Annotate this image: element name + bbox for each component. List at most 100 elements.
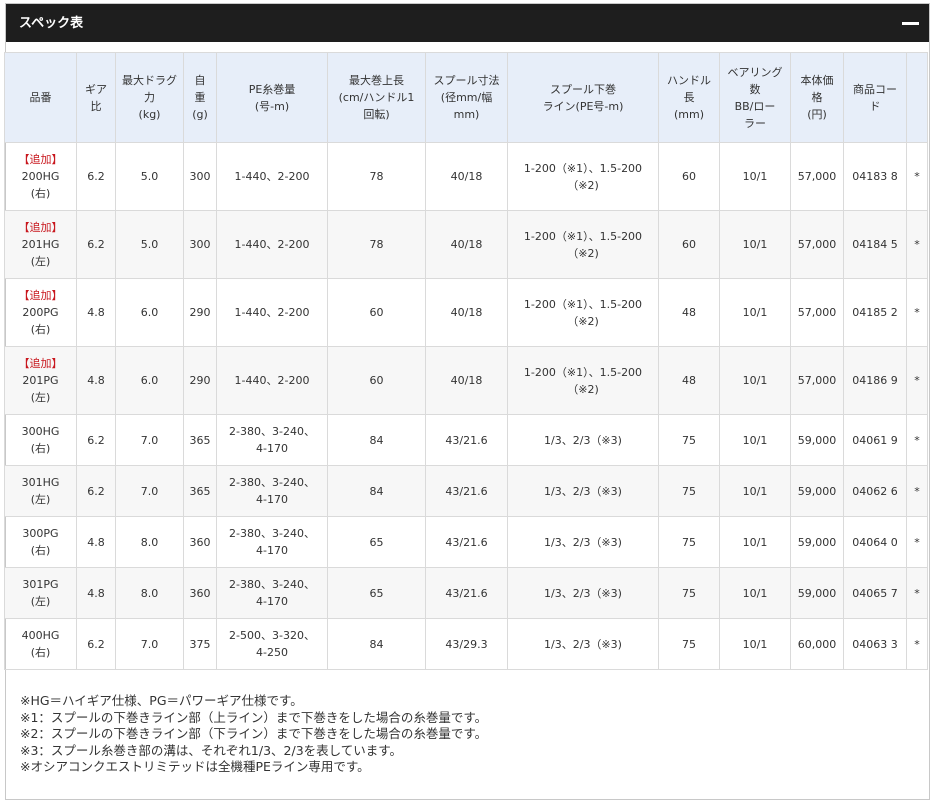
header-line: ラー — [744, 116, 766, 130]
bearing-cell: 10/1 — [719, 567, 791, 619]
header-line: ギア — [85, 82, 107, 96]
max-drag-cell: 5.0 — [115, 142, 184, 211]
cell-line: (右) — [30, 442, 51, 455]
header-line: (mm) — [673, 108, 704, 121]
spool-size-cell: 43/21.6 — [425, 414, 508, 466]
mark-cell: * — [906, 278, 928, 347]
cell-line: (右) — [30, 187, 51, 200]
model-cell: 【追加】 201PG (左) — [4, 346, 77, 415]
handle-length-cell: 75 — [658, 567, 720, 619]
handle-length-cell: 75 — [658, 465, 720, 517]
model-cell: 400HG (右) — [4, 618, 77, 670]
max-drag-cell: 6.0 — [115, 346, 184, 415]
spool-size-cell: 40/18 — [425, 210, 508, 279]
mark-cell: * — [906, 414, 928, 466]
header-line: 自 — [194, 74, 206, 87]
cell-line: 201PG — [22, 374, 59, 387]
underline-cell: 1/3、2/3（※3) — [507, 465, 659, 517]
cell-line: 1/3、2/3（※3) — [544, 586, 622, 600]
cell-line: 1/3、2/3（※3) — [544, 433, 622, 447]
bearing-cell: 10/1 — [719, 142, 791, 211]
column-header: 自重 (g) — [183, 52, 217, 143]
cell-line: （※2) — [567, 178, 599, 192]
spool-size-cell: 40/18 — [425, 346, 508, 415]
column-header: 商品コード — [843, 52, 907, 143]
header-line: 重 — [194, 91, 206, 104]
gear-ratio-cell: 6.2 — [76, 142, 116, 211]
column-header: スプール寸法 (径mm/幅 mm) — [425, 52, 508, 143]
product-code-cell: 04186 9 — [843, 346, 907, 415]
max-drag-cell: 6.0 — [115, 278, 184, 347]
column-header — [906, 52, 928, 143]
table-row: 301PG (左) 4.8 8.0 360 2-380、3-240、 4-170 65 43/2… — [4, 567, 928, 619]
weight-cell: 365 — [183, 465, 217, 517]
cell-line: 2-380、3-240、 — [229, 527, 315, 540]
note-line: ※2：スプールの下巻きライン部（下ライン）まで下巻きをした場合の糸巻量です。 — [20, 726, 488, 742]
mark-cell: * — [906, 346, 928, 415]
retrieve-length-cell: 60 — [327, 278, 426, 347]
model-cell: 301HG (左) — [4, 465, 77, 517]
handle-length-cell: 48 — [658, 278, 720, 347]
weight-cell: 360 — [183, 567, 217, 619]
max-drag-cell: 8.0 — [115, 567, 184, 619]
model-cell: 【追加】 200HG (右) — [4, 142, 77, 211]
cell-line: (右) — [30, 544, 51, 557]
note-line: ※HG＝ハイギア仕様、PG＝パワーギア仕様です。 — [20, 693, 303, 708]
spool-size-cell: 40/18 — [425, 142, 508, 211]
collapse-icon[interactable] — [902, 22, 919, 25]
cell-line: （※2) — [567, 314, 599, 328]
product-code-cell: 04184 5 — [843, 210, 907, 279]
pe-capacity-cell: 2-380、3-240、 4-170 — [216, 516, 328, 568]
weight-cell: 290 — [183, 278, 217, 347]
header-line: (cm/ハンドル1 — [338, 91, 415, 104]
bearing-cell: 10/1 — [719, 210, 791, 279]
mark-cell: * — [906, 142, 928, 211]
added-tag: 【追加】 — [18, 153, 63, 166]
header-line: 比 — [90, 99, 102, 113]
header-line: 本体価 — [800, 74, 834, 87]
retrieve-length-cell: 65 — [327, 567, 426, 619]
header-line: (円) — [807, 108, 827, 121]
retrieve-length-cell: 60 — [327, 346, 426, 415]
handle-length-cell: 60 — [658, 142, 720, 211]
product-code-cell: 04063 3 — [843, 618, 907, 670]
mark-cell: * — [906, 465, 928, 517]
retrieve-length-cell: 65 — [327, 516, 426, 568]
cell-line: 2-380、3-240、 — [229, 425, 315, 438]
header-line: ライン(PE号-m) — [542, 99, 624, 113]
header-line: (号-m) — [254, 99, 290, 113]
cell-line: 4-170 — [256, 442, 288, 455]
table-row: 【追加】 201PG (左) 4.8 6.0 290 1-440、2-200 60 40/18 1… — [4, 346, 928, 415]
mark-cell: * — [906, 567, 928, 619]
header-line: スプール寸法 — [433, 74, 500, 87]
model-cell: 【追加】 200PG (右) — [4, 278, 77, 347]
cell-line: 2-500、3-320、 — [229, 629, 315, 642]
handle-length-cell: 60 — [658, 210, 720, 279]
header-line: 品番 — [29, 91, 52, 104]
cell-line: 4-170 — [256, 544, 288, 557]
mark-cell: * — [906, 210, 928, 279]
header-line: ベアリング — [727, 65, 783, 79]
pe-capacity-cell: 1-440、2-200 — [216, 346, 328, 415]
header-line: BB/ロー — [734, 99, 776, 113]
cell-line: 4-250 — [256, 646, 288, 659]
pe-capacity-cell: 1-440、2-200 — [216, 210, 328, 279]
gear-ratio-cell: 6.2 — [76, 465, 116, 517]
retrieve-length-cell: 84 — [327, 414, 426, 466]
price-cell: 59,000 — [790, 516, 844, 568]
handle-length-cell: 75 — [658, 414, 720, 466]
gear-ratio-cell: 6.2 — [76, 414, 116, 466]
cell-line: (左) — [30, 391, 51, 404]
column-header: スプール下巻 ライン(PE号-m) — [507, 52, 659, 143]
header-line: 力 — [144, 91, 155, 104]
pe-capacity-cell: 1-440、2-200 — [216, 142, 328, 211]
cell-line: (右) — [30, 646, 51, 659]
bearing-cell: 10/1 — [719, 516, 791, 568]
gear-ratio-cell: 6.2 — [76, 210, 116, 279]
pe-capacity-cell: 2-380、3-240、 4-170 — [216, 567, 328, 619]
cell-line: (左) — [30, 255, 51, 268]
model-cell: 【追加】 201HG (左) — [4, 210, 77, 279]
cell-line: (左) — [30, 595, 51, 608]
header-line: (kg) — [138, 108, 161, 121]
cell-line: （※2) — [567, 382, 599, 396]
